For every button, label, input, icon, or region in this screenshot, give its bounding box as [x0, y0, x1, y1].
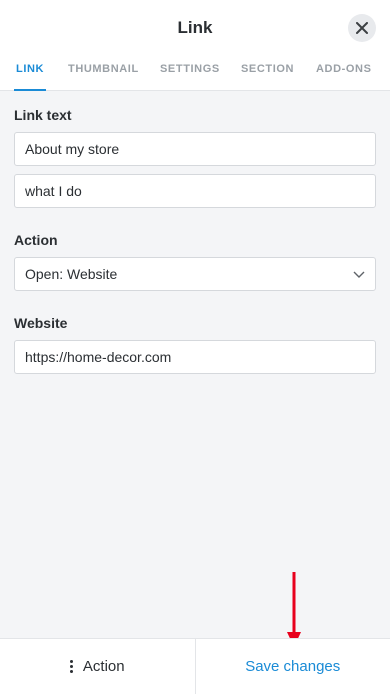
more-vertical-icon — [70, 660, 73, 673]
action-label: Action — [14, 232, 58, 248]
close-button[interactable] — [348, 14, 376, 42]
close-icon — [356, 22, 368, 34]
tab-thumbnail[interactable]: THUMBNAIL — [68, 63, 139, 75]
save-changes-button[interactable]: Save changes — [196, 639, 390, 694]
annotation-arrow-icon — [285, 572, 303, 648]
link-text-line1-input[interactable]: About my store — [14, 132, 376, 166]
panel-header: Link LINK THUMBNAIL SETTINGS SECTION ADD… — [0, 0, 390, 91]
active-tab-indicator — [14, 89, 46, 91]
action-select[interactable]: Open: Website — [14, 257, 376, 291]
tab-link[interactable]: LINK — [16, 63, 44, 75]
link-text-line2-input[interactable]: what I do — [14, 174, 376, 208]
panel-title: Link — [0, 18, 390, 38]
link-text-label: Link text — [14, 107, 72, 123]
tab-section[interactable]: SECTION — [241, 63, 294, 75]
website-label: Website — [14, 315, 67, 331]
action-menu-label: Action — [83, 658, 125, 675]
action-menu-button[interactable]: Action — [0, 639, 196, 694]
tab-settings[interactable]: SETTINGS — [160, 63, 220, 75]
website-url-input[interactable]: https://home-decor.com — [14, 340, 376, 374]
tab-add-ons[interactable]: ADD-ONS — [316, 63, 372, 75]
action-select-value: Open: Website — [25, 266, 117, 282]
tab-bar: LINK THUMBNAIL SETTINGS SECTION ADD-ONS — [0, 60, 390, 90]
chevron-down-icon — [353, 268, 365, 280]
panel-footer: Action Save changes — [0, 638, 390, 694]
